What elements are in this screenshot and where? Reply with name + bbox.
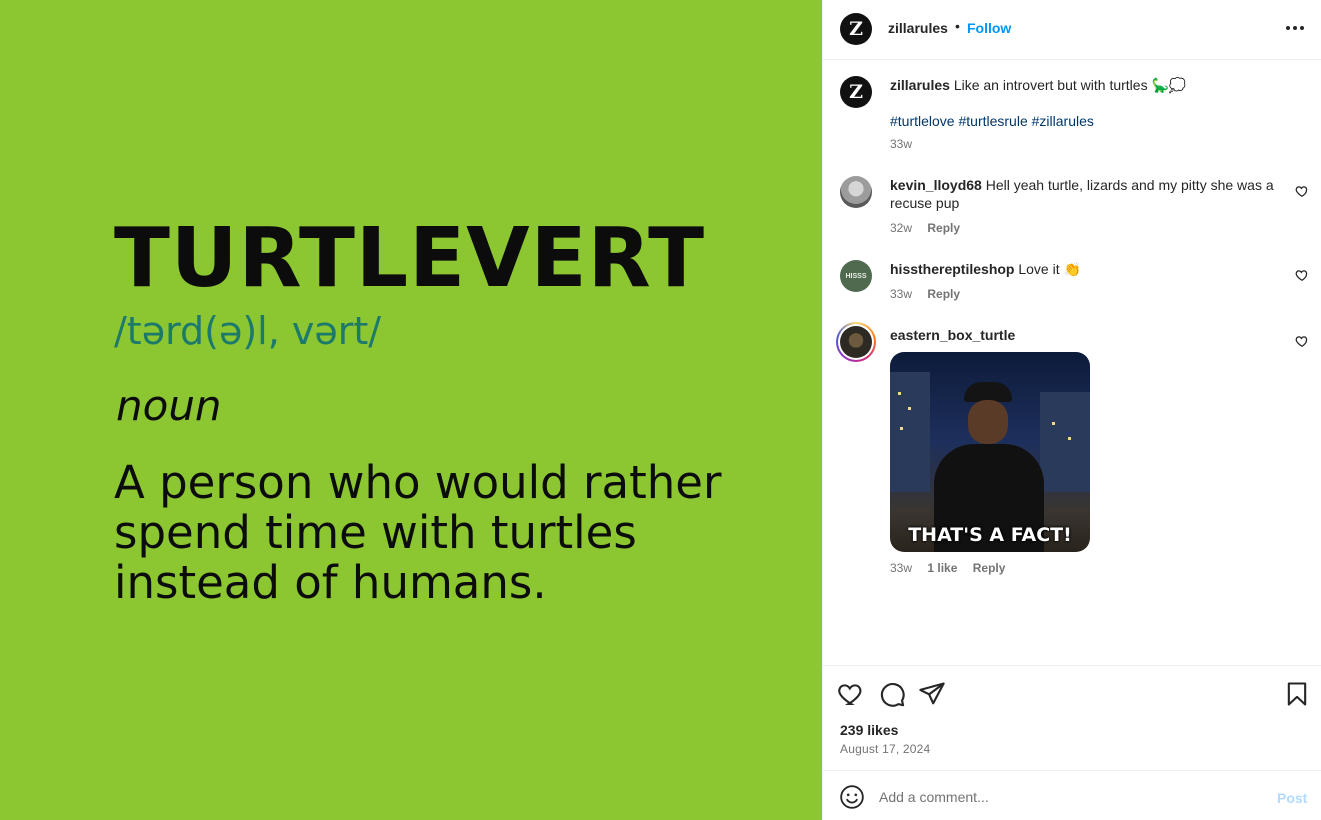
commenter-username[interactable]: eastern_box_turtle — [890, 327, 1015, 343]
reply-button[interactable]: Reply — [927, 287, 960, 301]
save-bookmark-icon[interactable] — [1283, 680, 1311, 708]
comment-gif[interactable]: THAT'S A FACT! — [890, 352, 1090, 552]
commenter-avatar — [840, 326, 872, 358]
likes-count[interactable]: 239 likes — [840, 722, 898, 738]
more-options-icon[interactable] — [1283, 18, 1307, 38]
like-comment-heart-icon[interactable] — [1295, 334, 1309, 348]
commenter-avatar[interactable] — [840, 176, 872, 208]
reply-button[interactable]: Reply — [927, 221, 960, 235]
separator-dot: • — [955, 18, 960, 34]
emoji-smiley-icon[interactable] — [839, 784, 865, 810]
share-send-icon[interactable] — [918, 680, 946, 708]
comment-time[interactable]: 33w — [890, 561, 912, 575]
gif-caption: THAT'S A FACT! — [908, 524, 1072, 546]
like-comment-heart-icon[interactable] — [1295, 184, 1309, 198]
post-date[interactable]: August 17, 2024 — [840, 742, 930, 756]
post-side-panel: Z zillarules • Follow Z zillarules Like … — [822, 0, 1321, 820]
comment-time[interactable]: 33w — [890, 287, 912, 301]
comment-text: Love it 👏 — [1018, 261, 1081, 277]
caption-text: Like an introvert but with turtles 🦕💭 — [953, 77, 1187, 93]
part-of-speech: noun — [116, 381, 222, 430]
post-header: Z zillarules • Follow — [823, 0, 1321, 60]
commenter-avatar[interactable]: HISSS — [840, 260, 872, 292]
follow-button[interactable]: Follow — [967, 20, 1011, 36]
comment-input[interactable] — [879, 785, 1259, 809]
comment-bubble-icon[interactable] — [878, 680, 906, 708]
post-media[interactable]: TURTLEVERT /tərd(ə)l, vərt/ noun A perso… — [0, 0, 822, 820]
like-comment-heart-icon[interactable] — [1295, 268, 1309, 282]
post-comment-button[interactable]: Post — [1277, 790, 1307, 806]
reply-button[interactable]: Reply — [973, 561, 1006, 575]
commenter-username[interactable]: kevin_lloyd68 — [890, 177, 982, 193]
caption-hashtags[interactable]: #turtlelove #turtlesrule #zillarules — [890, 112, 1285, 130]
add-comment-bar: Post — [823, 770, 1321, 820]
author-avatar[interactable]: Z — [840, 13, 872, 45]
caption-time[interactable]: 33w — [890, 137, 912, 151]
comments-list[interactable]: Z zillarules Like an introvert but with … — [823, 60, 1321, 665]
comment-likes[interactable]: 1 like — [927, 561, 957, 575]
commenter-username[interactable]: hissthereptileshop — [890, 261, 1014, 277]
like-heart-icon[interactable] — [837, 680, 865, 708]
comment-time[interactable]: 32w — [890, 221, 912, 235]
definition-word: TURTLEVERT — [114, 211, 706, 306]
post-actions: 239 likes August 17, 2024 — [823, 665, 1321, 770]
caption-avatar[interactable]: Z — [840, 76, 872, 108]
caption-username[interactable]: zillarules — [890, 77, 950, 93]
author-username[interactable]: zillarules — [888, 20, 948, 36]
definition-text: A person who would rather spend time wit… — [114, 456, 722, 609]
phonetic-text: /tərd(ə)l, vərt/ — [114, 309, 382, 353]
commenter-avatar-story-ring[interactable] — [836, 322, 876, 362]
